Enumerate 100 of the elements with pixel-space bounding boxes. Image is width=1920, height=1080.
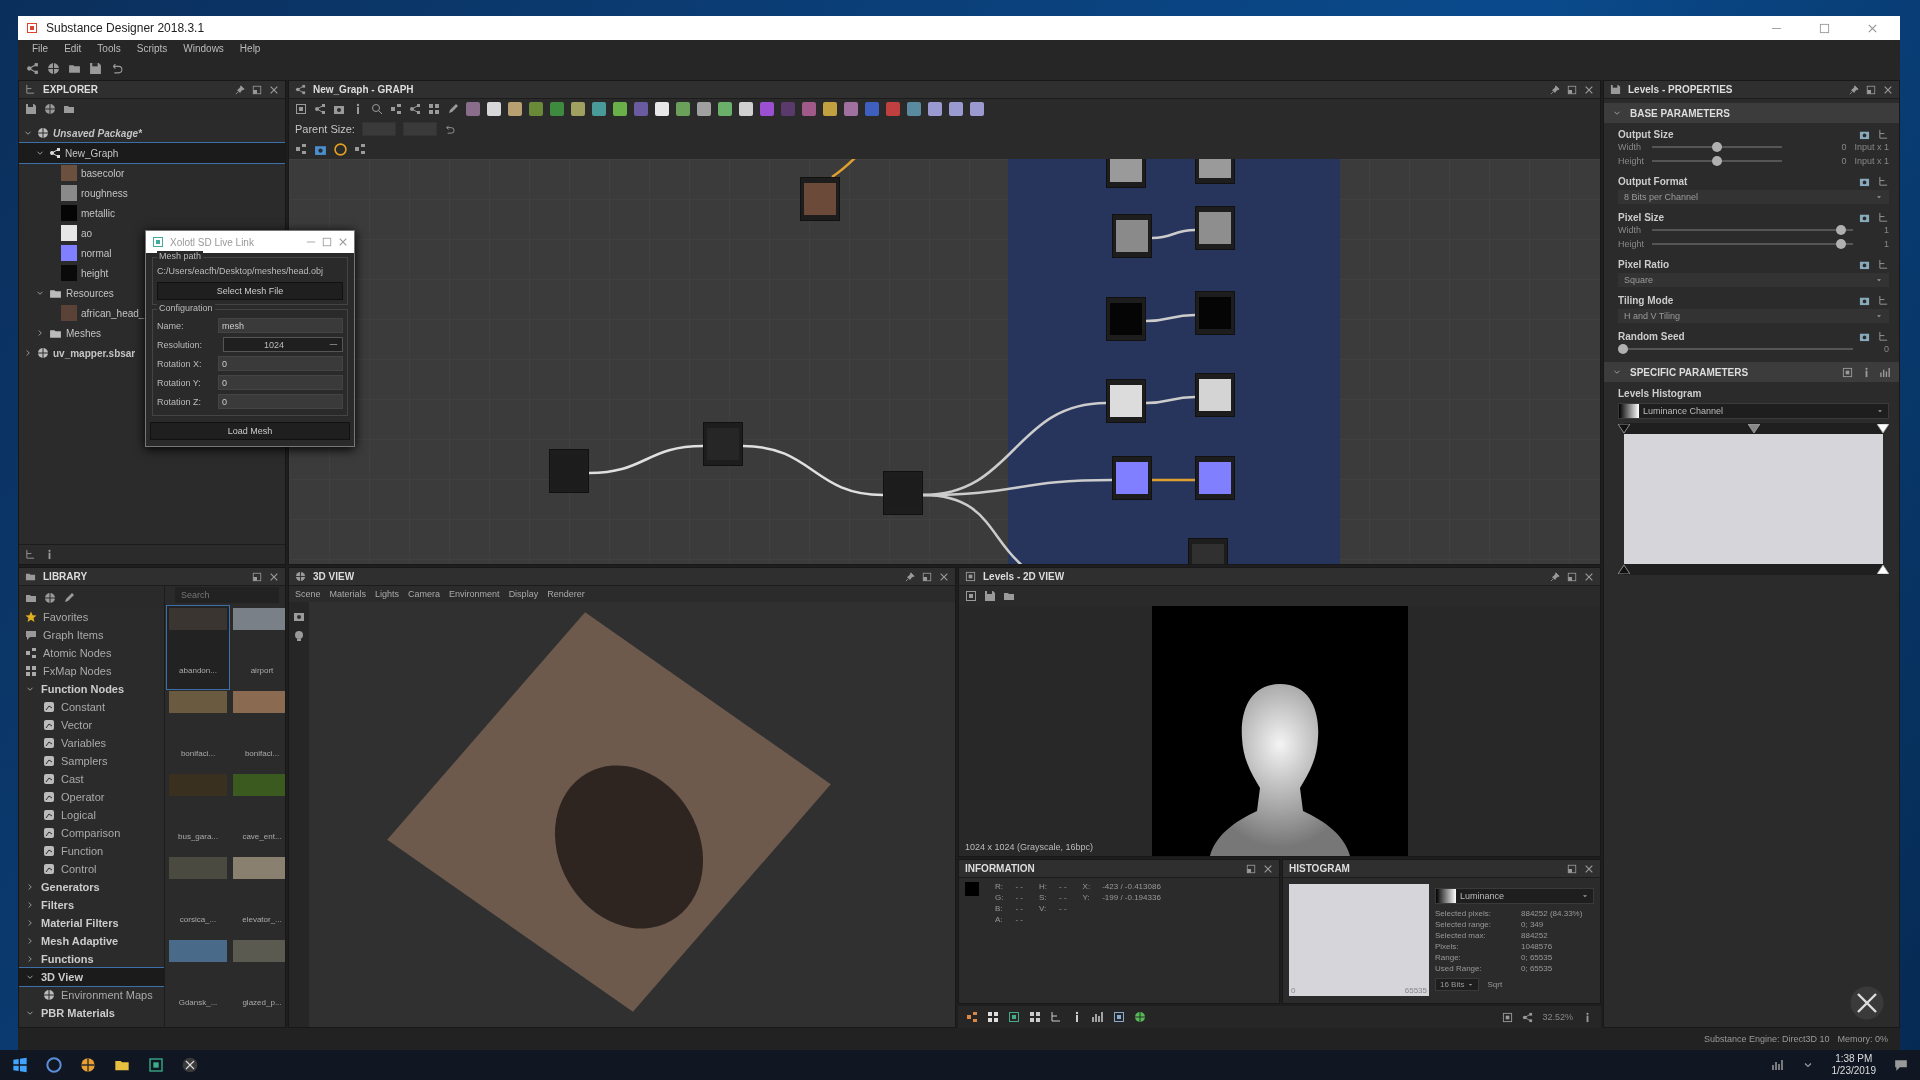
info-label: R: [995, 882, 1004, 891]
library-label: Constant [61, 701, 106, 713]
parameter-label: Random Seed [1618, 331, 1686, 342]
parameter-label: Pixel Ratio [1618, 259, 1671, 270]
panel-title: New_Graph - GRAPH [313, 84, 415, 95]
thumbnail-label: corsica_... [179, 915, 217, 924]
tree-label: uv_mapper.sbsar [53, 347, 136, 359]
stat-value: 0; 65535 [1521, 964, 1554, 973]
info-value: -423 / -0.413086 [1102, 882, 1161, 891]
panel-title: 3D VIEW [313, 571, 356, 582]
field-label: Name: [157, 320, 185, 331]
tree-label: Unsaved Package* [53, 127, 142, 139]
tree-label: basecolor [81, 167, 125, 179]
file-path: C:/Users/eacfh/Desktop/meshes/head.obj [157, 265, 325, 278]
library-label: PBR Materials [41, 1007, 115, 1019]
dropdown-value: H and V Tiling [1624, 311, 1681, 321]
thumbnail-label: abandon... [179, 666, 217, 675]
slider-label: Height [1618, 239, 1644, 249]
stat-value: 0; 349 [1521, 920, 1545, 929]
dropdown-value: Square [1624, 275, 1654, 285]
library-label: Variables [61, 737, 107, 749]
field-label: Resolution: [157, 339, 204, 350]
thumbnail-label: bonifaci... [180, 749, 216, 758]
stat-label: Selected max: [1435, 931, 1487, 940]
parameter-label: Output Format [1618, 176, 1689, 187]
stat-label: Selected pixels: [1435, 909, 1493, 918]
stat-value: 884252 [1521, 931, 1549, 940]
stat-label: Range: [1435, 953, 1462, 962]
info-value: - - [1015, 882, 1023, 891]
library-label: Material Filters [41, 917, 119, 929]
tree-label: New_Graph [65, 147, 119, 159]
stat-label: Selected range: [1435, 920, 1493, 929]
field-label: Rotation Y: [157, 377, 202, 388]
library-label: Filters [41, 899, 74, 911]
panel-title: EXPLORER [43, 84, 99, 95]
library-label: 3D View [41, 971, 83, 983]
info-label: A: [995, 915, 1004, 924]
info-value: -199 / -0.194336 [1102, 893, 1161, 902]
info-label: H: [1039, 882, 1047, 891]
image-caption: 1024 x 1024 (Grayscale, 16bpc) [965, 842, 1094, 852]
thumbnail-label: Gdansk_... [178, 998, 218, 1007]
dialog-title: Xolotl SD Live Link [170, 236, 255, 248]
axis-label: 65535 [1404, 986, 1427, 995]
info-value: - - [1059, 904, 1067, 913]
info-value: - - [1015, 893, 1023, 902]
tree-label: roughness [81, 187, 128, 199]
library-label: Atomic Nodes [43, 647, 112, 659]
panel-title: INFORMATION [965, 863, 1036, 874]
library-label: Samplers [61, 755, 108, 767]
library-label: Logical [61, 809, 96, 821]
slider-value: 1 [1883, 225, 1889, 235]
group-label: Mesh path [157, 251, 204, 261]
info-value: - - [1015, 904, 1023, 913]
clock-date: 1/23/2019 [1831, 1065, 1876, 1077]
library-label: Function Nodes [41, 683, 125, 695]
library-label: Control [61, 863, 97, 875]
info-value: - - [1059, 882, 1067, 891]
library-label: Comparison [61, 827, 121, 839]
slider-value: 0 [1883, 344, 1889, 354]
field-label: Rotation X: [157, 358, 203, 369]
panel-title: Levels - PROPERTIES [1628, 84, 1734, 95]
stat-value: 1048576 [1521, 942, 1554, 951]
library-label: Favorites [43, 611, 89, 623]
axis-label: 0 [1291, 986, 1296, 995]
slider-value: 1 [1883, 239, 1889, 249]
library-label: Functions [41, 953, 94, 965]
info-label: Y: [1082, 893, 1091, 902]
slider-unit: Input x 1 [1854, 142, 1889, 152]
thumbnail-label: cave_ent... [242, 832, 282, 841]
tree-label: Meshes [66, 327, 101, 339]
parameter-label: Levels Histogram [1618, 388, 1703, 399]
thumbnail-label: elevator_... [242, 915, 282, 924]
slider-label: Height [1618, 156, 1644, 166]
slider-value: 0 [1840, 142, 1847, 152]
panel-title: Levels - 2D VIEW [983, 571, 1066, 582]
stat-value: 884252 (84.33%) [1521, 909, 1584, 918]
info-label: S: [1039, 893, 1047, 902]
stat-label: Used Range: [1435, 964, 1483, 973]
parameter-label: Tiling Mode [1618, 295, 1675, 306]
tree-label: african_head_ [81, 307, 145, 319]
tree-label: ao [81, 227, 93, 239]
library-label: FxMap Nodes [43, 665, 112, 677]
info-label: X: [1082, 882, 1091, 891]
slider-value: 0 [1840, 156, 1847, 166]
library-label: Function [61, 845, 104, 857]
zoom-value: 32.52% [1542, 1012, 1573, 1022]
thumbnail-label: bonifaci... [244, 749, 280, 758]
info-value: - - [1059, 893, 1067, 902]
parameter-label: Pixel Size [1618, 212, 1666, 223]
library-label: Cast [61, 773, 84, 785]
group-label: Configuration [157, 303, 215, 313]
slider-unit: Input x 1 [1854, 156, 1889, 166]
tree-label: height [81, 267, 109, 279]
thumbnail-label: bus_gara... [178, 832, 218, 841]
info-label: G: [995, 893, 1004, 902]
slider-label: Width [1618, 225, 1642, 235]
status-text: Substance Engine: Direct3D 10 [1703, 1034, 1830, 1044]
library-label: Environment Maps [61, 989, 153, 1001]
library-label: Graph Items [43, 629, 104, 641]
panel-title: HISTOGRAM [1289, 863, 1351, 874]
